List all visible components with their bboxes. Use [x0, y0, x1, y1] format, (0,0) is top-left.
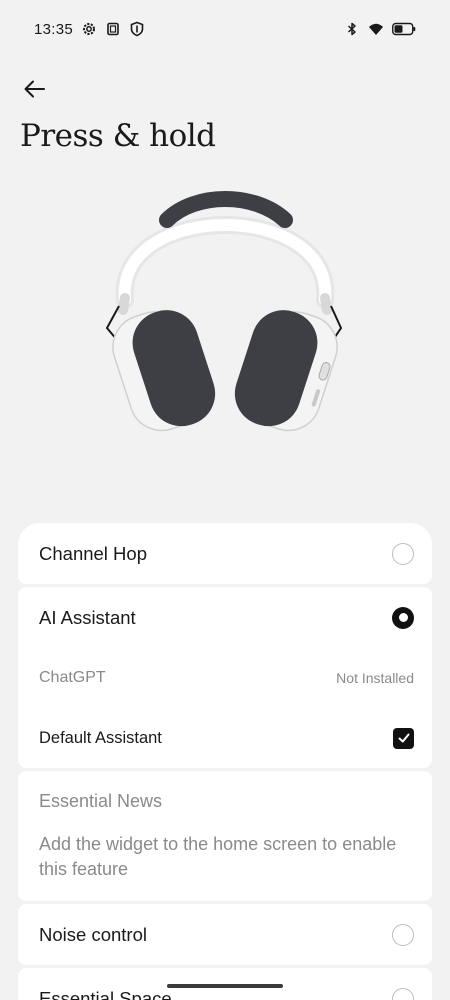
home-indicator[interactable] [167, 984, 283, 988]
noise-control-row[interactable]: Noise control [18, 904, 432, 965]
ai-assistant-row[interactable]: AI Assistant [18, 587, 432, 648]
default-assistant-label: Default Assistant [39, 728, 162, 747]
essential-space-radio[interactable] [392, 987, 414, 1000]
default-assistant-row[interactable]: Default Assistant [18, 708, 432, 768]
default-assistant-checkbox[interactable] [393, 727, 414, 749]
channel-hop-radio[interactable] [392, 542, 414, 565]
chatgpt-row[interactable]: ChatGPT Not Installed [18, 648, 432, 708]
screenshot-icon [107, 22, 119, 36]
status-right [344, 21, 416, 37]
headphones-image [105, 191, 343, 432]
status-bar: 13:35 [0, 0, 450, 58]
noise-control-card[interactable]: Noise control [18, 904, 432, 965]
channel-hop-row[interactable]: Channel Hop [18, 523, 432, 584]
checkmark-icon [398, 733, 409, 743]
status-left: 13:35 [34, 21, 145, 38]
essential-news-description: Add the widget to the home screen to ena… [39, 834, 397, 879]
arrow-left-icon [24, 80, 45, 98]
essential-news-card: Essential News Add the widget to the hom… [18, 771, 432, 901]
essential-space-label: Essential Space [39, 987, 172, 1000]
channel-hop-label: Channel Hop [39, 542, 147, 564]
page-title: Press & hold [20, 118, 216, 154]
battery-icon [392, 22, 416, 36]
bluetooth-icon [347, 22, 356, 36]
gear-icon [83, 23, 96, 35]
status-time: 13:35 [34, 20, 74, 38]
ai-assistant-card: AI Assistant ChatGPT Not Installed Defau… [18, 587, 432, 768]
ai-assistant-radio[interactable] [392, 606, 414, 629]
back-button[interactable] [18, 72, 52, 106]
noise-control-radio[interactable] [392, 923, 414, 946]
channel-hop-card[interactable]: Channel Hop [18, 523, 432, 584]
wifi-icon [369, 23, 383, 35]
ai-assistant-label: AI Assistant [39, 606, 136, 628]
shield-icon [130, 21, 144, 37]
chatgpt-label: ChatGPT [39, 669, 106, 686]
noise-control-label: Noise control [39, 923, 147, 945]
essential-news-title: Essential News [39, 791, 163, 811]
chatgpt-status: Not Installed [336, 670, 414, 686]
